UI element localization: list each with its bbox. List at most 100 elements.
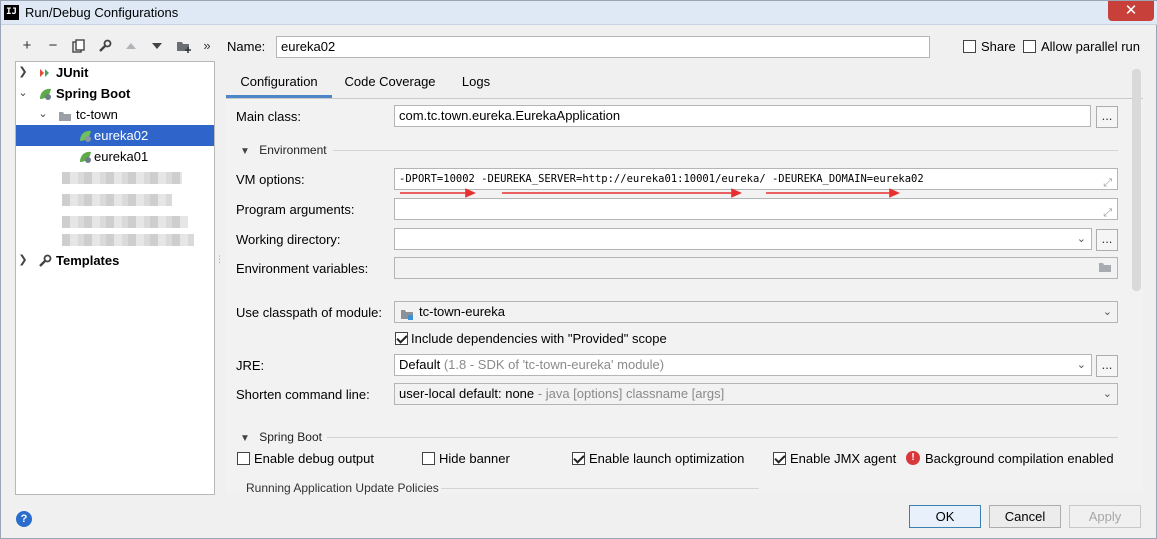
spring-boot-section-header[interactable]: ▼ Spring Boot	[240, 430, 322, 444]
hide-banner-checkbox[interactable]	[422, 452, 435, 465]
tree-item-label: JUnit	[56, 65, 89, 80]
background-compilation-label: Background compilation enabled	[925, 451, 1114, 466]
tab-logs[interactable]: Logs	[452, 69, 500, 98]
folder-icon	[58, 107, 72, 121]
allow-parallel-run-checkbox[interactable]	[1023, 40, 1036, 53]
classpath-module-label: Use classpath of module:	[236, 305, 382, 320]
tree-item-templates[interactable]: ❯ Templates	[16, 250, 214, 271]
working-directory-combo[interactable]: ⌄	[394, 228, 1092, 250]
spring-boot-icon	[38, 86, 52, 100]
main-class-label: Main class:	[236, 109, 302, 124]
splitter-handle[interactable]: ⋮⋮	[215, 255, 233, 271]
chevron-down-icon[interactable]: ⌄	[1077, 229, 1086, 249]
enable-jmx-agent-checkbox[interactable]	[773, 452, 786, 465]
working-directory-label: Working directory:	[236, 232, 341, 247]
intellij-app-icon: IJ	[4, 5, 19, 20]
copy-icon[interactable]	[70, 35, 88, 57]
spring-boot-section-label: Spring Boot	[259, 430, 322, 444]
tab-configuration[interactable]: Configuration	[226, 69, 332, 98]
expand-icon[interactable]: ⤢	[1103, 173, 1112, 189]
chevron-down-icon[interactable]: ⌄	[1103, 384, 1112, 404]
main-class-input[interactable]: com.tc.town.eureka.EurekaApplication	[394, 105, 1091, 127]
tree-item-tc-town[interactable]: ⌄ tc-town	[16, 104, 214, 125]
jre-label: JRE:	[236, 358, 265, 373]
module-icon	[400, 306, 414, 322]
section-divider	[333, 150, 1118, 151]
environment-variables-input[interactable]	[394, 257, 1118, 279]
tab-code-coverage[interactable]: Code Coverage	[338, 69, 442, 98]
environment-section-header[interactable]: ▼ Environment	[240, 143, 327, 157]
share-label: Share	[981, 39, 1016, 54]
tree-item-eureka02[interactable]: eureka02	[16, 125, 214, 146]
apply-button[interactable]: Apply	[1069, 505, 1141, 528]
tree-item-spring-boot[interactable]: ⌄ Spring Boot	[16, 83, 214, 104]
update-policies-header: Running Application Update Policies	[246, 481, 439, 495]
browse-working-directory-button[interactable]: ...	[1096, 229, 1118, 251]
jre-hint: (1.8 - SDK of 'tc-town-eureka' module)	[443, 357, 665, 372]
redacted-item	[62, 194, 172, 206]
tree-item-label: Templates	[56, 253, 120, 268]
wrench-icon	[38, 253, 52, 267]
move-up-icon[interactable]	[122, 35, 140, 57]
run-debug-configurations-dialog: IJ Run/Debug Configurations ✕ + − » ❯ JU…	[0, 0, 1157, 539]
enable-launch-optimization-label: Enable launch optimization	[589, 451, 745, 466]
chevron-down-icon[interactable]: ⌄	[1103, 302, 1112, 322]
collapse-icon: ▼	[240, 433, 250, 444]
browse-jre-button[interactable]: ...	[1096, 355, 1118, 377]
name-input[interactable]: eureka02	[276, 36, 930, 58]
configurations-tree: ❯ JUnit ⌄ Spring Boot ⌄ tc-town eureka02…	[15, 61, 215, 495]
chevron-right-icon[interactable]: ❯	[18, 250, 28, 271]
jre-value: Default	[399, 357, 441, 372]
add-icon[interactable]: +	[18, 35, 36, 57]
shorten-command-line-label: Shorten command line:	[236, 387, 370, 402]
shorten-command-line-hint: - java [options] classname [args]	[537, 386, 725, 401]
remove-icon[interactable]: −	[44, 35, 62, 57]
jre-combo[interactable]: Default (1.8 - SDK of 'tc-town-eureka' m…	[394, 354, 1092, 376]
ok-button[interactable]: OK	[909, 505, 981, 528]
help-icon[interactable]: ?	[16, 511, 32, 527]
section-divider	[327, 437, 1118, 438]
collapse-icon: ▼	[240, 146, 250, 157]
chevron-down-icon[interactable]: ⌄	[1077, 355, 1086, 375]
name-label: Name:	[227, 39, 266, 54]
tree-item-eureka01[interactable]: eureka01	[16, 146, 214, 167]
chevron-down-icon[interactable]: ⌄	[38, 104, 48, 125]
enable-debug-output-checkbox[interactable]	[237, 452, 250, 465]
share-checkbox[interactable]	[963, 40, 976, 53]
new-folder-icon[interactable]	[174, 35, 192, 57]
more-icon[interactable]: »	[198, 35, 216, 57]
vertical-scrollbar[interactable]	[1132, 69, 1141, 291]
chevron-right-icon[interactable]: ❯	[18, 62, 28, 83]
allow-parallel-run-label: Allow parallel run	[1041, 39, 1140, 54]
junit-icon	[38, 65, 52, 79]
environment-label: Environment	[259, 143, 327, 157]
program-arguments-label: Program arguments:	[236, 202, 355, 217]
environment-variables-label: Environment variables:	[236, 261, 369, 276]
tree-item-junit[interactable]: ❯ JUnit	[16, 62, 214, 83]
tree-item-label: eureka02	[94, 128, 149, 143]
spring-boot-run-icon	[78, 149, 92, 163]
tree-item-label: Spring Boot	[56, 86, 131, 101]
program-arguments-input[interactable]: ⤢	[394, 198, 1118, 220]
include-provided-deps-label: Include dependencies with "Provided" sco…	[411, 331, 667, 346]
shorten-command-line-combo[interactable]: user-local default: none - java [options…	[394, 383, 1118, 405]
include-provided-deps-checkbox[interactable]	[395, 332, 408, 345]
expand-icon[interactable]: ⤢	[1103, 203, 1112, 219]
move-down-icon[interactable]	[148, 35, 166, 57]
classpath-module-combo[interactable]: tc-town-eureka ⌄	[394, 301, 1118, 323]
window-title: Run/Debug Configurations	[25, 5, 179, 20]
redacted-item	[62, 172, 182, 184]
cancel-button[interactable]: Cancel	[989, 505, 1061, 528]
tree-item-label: eureka01	[94, 149, 149, 164]
enable-jmx-agent-label: Enable JMX agent	[790, 451, 897, 466]
wrench-icon[interactable]	[96, 35, 114, 57]
chevron-down-icon[interactable]: ⌄	[18, 83, 28, 104]
close-window-button[interactable]: ✕	[1108, 1, 1154, 21]
folder-open-icon[interactable]	[1098, 260, 1112, 278]
enable-launch-optimization-checkbox[interactable]	[572, 452, 585, 465]
browse-main-class-button[interactable]: ...	[1096, 106, 1118, 128]
enable-debug-output-label: Enable debug output	[254, 451, 374, 466]
section-divider	[441, 488, 759, 489]
vm-options-value: -DPORT=10002 -DEUREKA_SERVER=http://eure…	[399, 173, 924, 185]
classpath-module-value: tc-town-eureka	[419, 304, 505, 319]
